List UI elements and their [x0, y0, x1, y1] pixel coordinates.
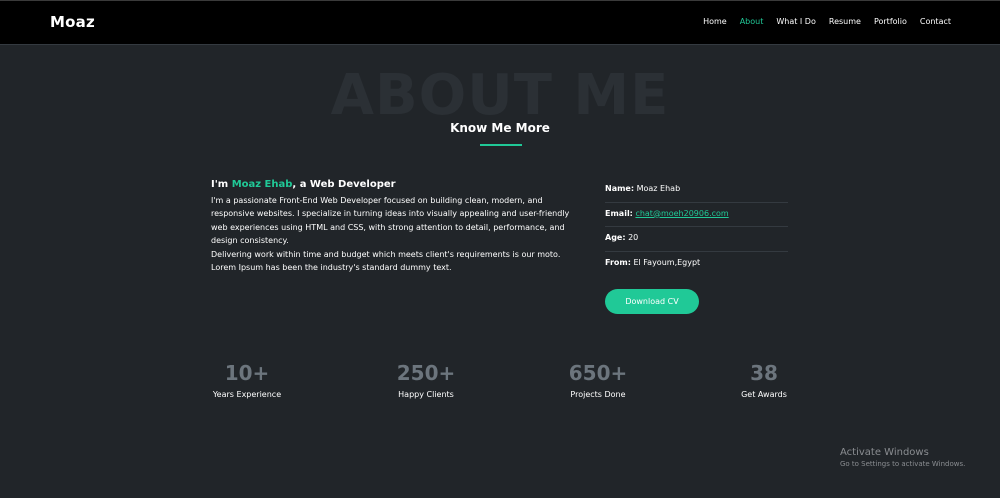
info-email-label: Email: — [605, 208, 633, 218]
intro-prefix: I'm — [211, 179, 232, 190]
info-row-name: Name: Moaz Ehab — [605, 178, 788, 203]
watermark-title: Activate Windows — [840, 447, 929, 458]
brand-logo[interactable]: Moaz — [50, 13, 95, 31]
stat-experience: 10+ Years Experience — [211, 360, 283, 399]
title-underline — [480, 144, 522, 146]
stat-awards: 38 Get Awards — [738, 360, 790, 399]
info-from-label: From: — [605, 257, 631, 267]
nav-links: Home About What I Do Resume Portfolio Co… — [703, 17, 951, 26]
intro-name: Moaz Ehab — [231, 179, 293, 190]
info-name-value: Moaz Ehab — [636, 184, 681, 193]
intro-body: I'm a passionate Front-End Web Developer… — [211, 194, 581, 274]
nav-item-portfolio[interactable]: Portfolio — [874, 17, 907, 26]
intro-heading: I'm Moaz Ehab, a Web Developer — [211, 179, 396, 190]
stat-label: Years Experience — [212, 390, 282, 399]
info-email-link[interactable]: chat@moeh20906.com — [635, 209, 728, 218]
info-age-label: Age: — [605, 233, 626, 242]
nav-item-contact[interactable]: Contact — [920, 17, 951, 26]
intro-paragraph-2: Delivering work within time and budget w… — [211, 249, 561, 273]
stat-label: Get Awards — [741, 390, 787, 399]
activate-windows-watermark: Activate Windows Go to Settings to activ… — [840, 447, 965, 468]
info-row-email: Email: chat@moeh20906.com — [605, 203, 788, 227]
info-row-from: From: El Fayoum,Egypt — [605, 252, 788, 277]
stat-label: Projects Done — [570, 390, 626, 399]
stat-value: 250+ — [396, 361, 456, 385]
nav-item-about[interactable]: About — [740, 17, 764, 26]
personal-info-list: Name: Moaz Ehab Email: chat@moeh20906.co… — [605, 178, 788, 276]
info-name-label: Name: — [605, 184, 635, 193]
info-row-age: Age: 20 — [605, 227, 788, 252]
stat-value: 38 — [750, 361, 778, 385]
info-from-value: El Fayoum,Egypt — [633, 257, 701, 267]
stat-value: 650+ — [568, 361, 628, 385]
stat-value: 10+ — [224, 361, 270, 385]
nav-item-what-i-do[interactable]: What I Do — [776, 17, 816, 26]
info-age-value: 20 — [628, 233, 639, 242]
section-title: Know Me More — [450, 121, 550, 135]
navbar: Moaz Home About What I Do Resume Portfol… — [0, 0, 1000, 45]
nav-item-home[interactable]: Home — [703, 17, 727, 26]
download-cv-button[interactable]: Download CV — [605, 289, 699, 314]
stat-label: Happy Clients — [398, 390, 454, 399]
nav-item-resume[interactable]: Resume — [829, 17, 861, 26]
stat-projects: 650+ Projects Done — [567, 360, 629, 399]
watermark-subtitle: Go to Settings to activate Windows. — [840, 460, 966, 468]
stat-clients: 250+ Happy Clients — [395, 360, 457, 399]
intro-suffix: , a Web Developer — [292, 179, 396, 190]
intro-paragraph-1: I'm a passionate Front-End Web Developer… — [211, 196, 570, 246]
